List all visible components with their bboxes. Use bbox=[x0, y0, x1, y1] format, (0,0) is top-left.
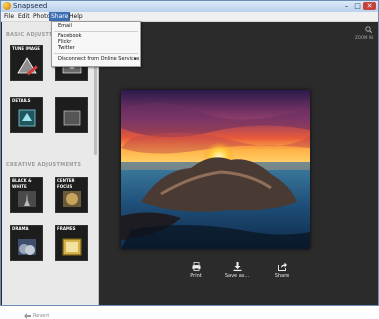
tile-tune-image[interactable]: TUNE IMAGE bbox=[10, 45, 43, 81]
revert-button[interactable]: Revert bbox=[33, 313, 49, 319]
printer-icon bbox=[192, 262, 200, 271]
maximize-button[interactable]: □ bbox=[352, 2, 363, 10]
tile-label: TUNE IMAGE bbox=[12, 46, 41, 51]
menu-file[interactable]: File bbox=[2, 12, 16, 21]
revert-arrow-icon bbox=[24, 313, 31, 319]
menu-separator bbox=[54, 53, 138, 54]
window-title: Snapseed bbox=[13, 2, 48, 10]
app-window: Snapseed – □ ✕ File Edit Photo Share Hel… bbox=[0, 0, 379, 319]
tune-image-icon bbox=[17, 57, 38, 76]
tile-straighten[interactable] bbox=[55, 97, 88, 133]
tile-drama[interactable]: DRAMA bbox=[10, 225, 43, 261]
submenu-arrow-icon: ▸ bbox=[134, 56, 137, 62]
zoom-in-label: ZOOM IN bbox=[355, 35, 373, 40]
save-as-label: Save as... bbox=[224, 273, 250, 279]
print-button[interactable]: Print bbox=[179, 262, 213, 279]
center-focus-icon bbox=[63, 191, 81, 207]
minimize-button[interactable]: – bbox=[341, 2, 352, 10]
details-icon bbox=[18, 109, 36, 127]
tile-frames[interactable]: FRAMES bbox=[55, 225, 88, 261]
tile-label: DETAILS bbox=[12, 98, 31, 103]
zoom-in-icon[interactable] bbox=[365, 26, 372, 33]
share-icon bbox=[277, 262, 287, 271]
download-icon bbox=[233, 262, 241, 271]
tile-center-focus[interactable]: CENTER FOCUS bbox=[55, 177, 88, 213]
save-as-button[interactable]: Save as... bbox=[220, 262, 254, 279]
creative-adjustments-heading: CREATIVE ADJUSTMENTS bbox=[6, 162, 82, 168]
share-menu-dropdown: Email Facebook Flickr Twitter Disconnect… bbox=[51, 21, 141, 67]
share-label: Share bbox=[274, 273, 290, 279]
black-white-icon bbox=[18, 191, 36, 207]
disconnect-online-services[interactable]: Disconnect from Online Services bbox=[58, 56, 139, 63]
tile-label: DRAMA bbox=[12, 226, 29, 231]
tile-black-white[interactable]: BLACK & WHITE bbox=[10, 177, 43, 213]
snapseed-logo-icon bbox=[3, 2, 11, 10]
menu-edit[interactable]: Edit bbox=[16, 12, 32, 21]
edited-photo[interactable] bbox=[121, 90, 310, 249]
tile-details[interactable]: DETAILS bbox=[10, 97, 43, 133]
share-email[interactable]: Email bbox=[58, 23, 72, 30]
frames-icon bbox=[62, 238, 82, 256]
tile-label: FRAMES bbox=[57, 226, 76, 231]
title-bar: Snapseed – □ ✕ bbox=[1, 1, 378, 12]
menu-separator bbox=[54, 31, 138, 32]
share-twitter[interactable]: Twitter bbox=[58, 45, 75, 52]
menu-help[interactable]: Help bbox=[67, 12, 85, 21]
close-button[interactable]: ✕ bbox=[363, 2, 376, 10]
drama-icon bbox=[18, 239, 36, 255]
sunset-rock-image bbox=[121, 90, 310, 249]
share-button[interactable]: Share bbox=[265, 262, 299, 279]
straighten-icon bbox=[63, 110, 81, 126]
print-label: Print bbox=[190, 273, 202, 279]
